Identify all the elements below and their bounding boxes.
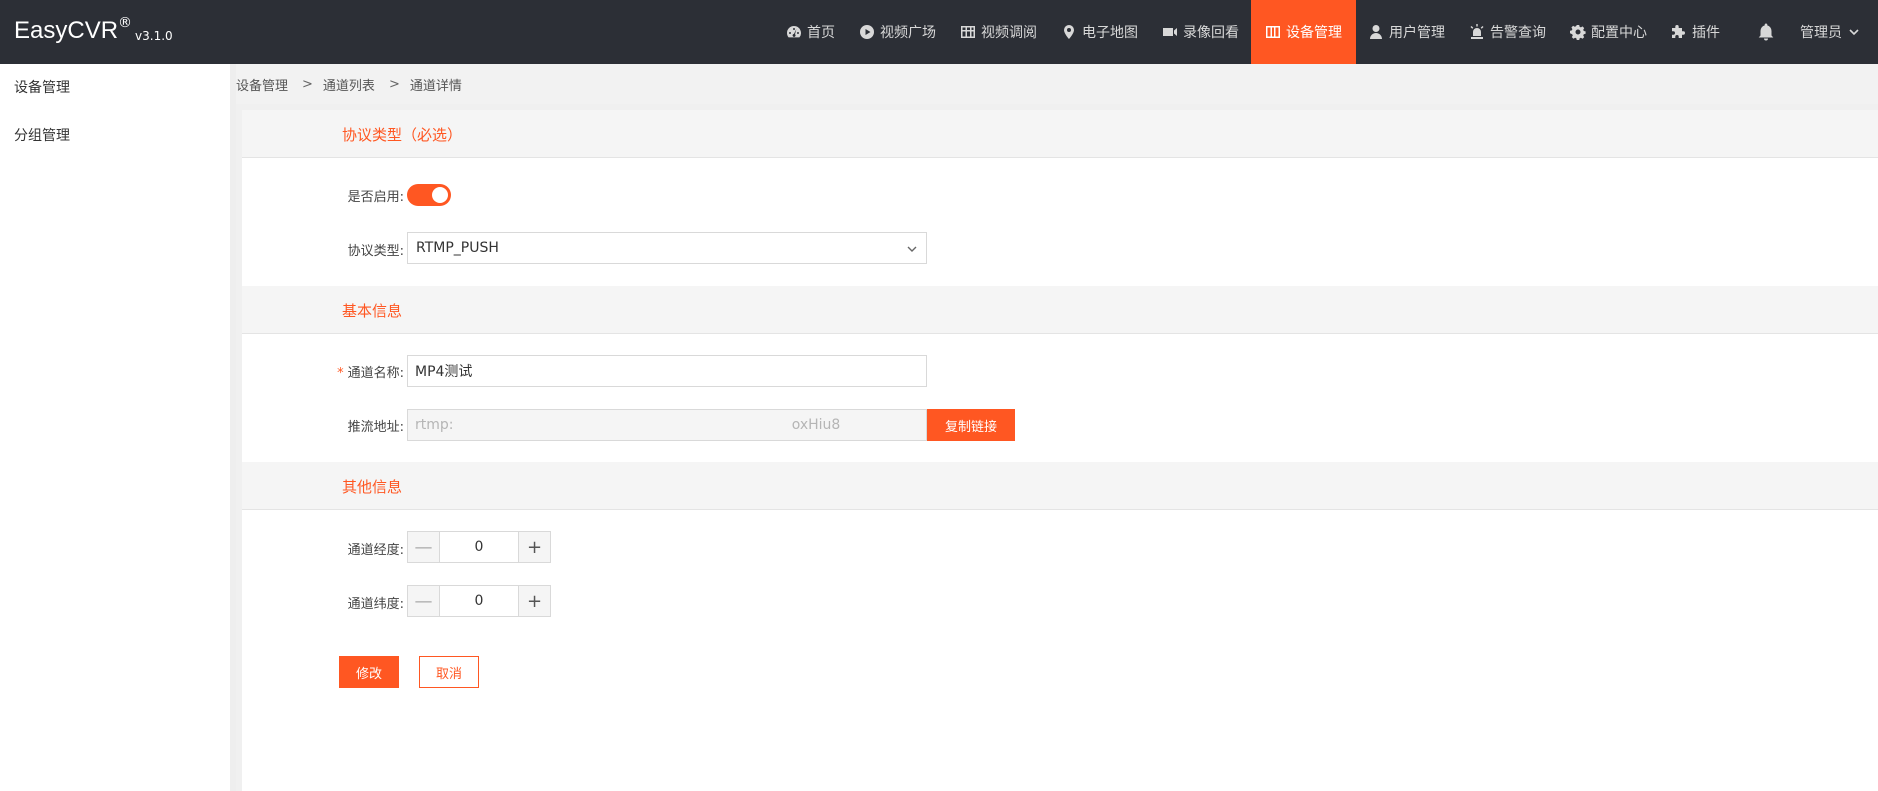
user-name: 管理员 — [1800, 25, 1842, 41]
latitude-value[interactable]: 0 — [440, 586, 518, 616]
longitude-decrement-button[interactable]: — — [408, 532, 440, 562]
latitude-decrement-button[interactable]: — — [408, 586, 440, 616]
enable-label: 是否启用: — [242, 186, 404, 205]
push-url-input[interactable] — [407, 409, 927, 441]
chevron-down-icon — [1849, 29, 1859, 36]
breadcrumb-channel-list[interactable]: 通道列表 — [323, 75, 375, 94]
longitude-stepper: — 0 + — [407, 531, 551, 563]
nav-item-label: 视频广场 — [880, 25, 936, 41]
video-camera-icon — [1163, 28, 1177, 36]
copy-link-button[interactable]: 复制链接 — [927, 409, 1015, 441]
nav-item-label: 插件 — [1692, 25, 1720, 41]
puzzle-icon — [1672, 25, 1685, 38]
nav-item-label: 用户管理 — [1389, 25, 1445, 41]
protocol-label: 协议类型: — [242, 240, 404, 259]
dashboard-icon — [787, 26, 801, 38]
push-url-label-text: 推流地址: — [347, 420, 404, 435]
longitude-label-text: 通道经度: — [347, 543, 404, 558]
cancel-button[interactable]: 取消 — [419, 656, 479, 688]
play-circle-icon — [860, 25, 874, 39]
breadcrumb-channel-detail: 通道详情 — [409, 78, 462, 94]
latitude-increment-button[interactable]: + — [518, 586, 550, 616]
nav-item-video-square[interactable]: 视频广场 — [847, 0, 948, 64]
nav-item-playback[interactable]: 录像回看 — [1150, 0, 1251, 64]
section-protocol-header: 协议类型（必选） — [242, 110, 1878, 158]
user-menu[interactable]: 管理员 — [1800, 0, 1866, 64]
notifications-button[interactable] — [1732, 0, 1800, 64]
latitude-label-text: 通道纬度: — [347, 597, 404, 612]
breadcrumb-separator: > — [388, 76, 400, 92]
toggle-knob — [432, 187, 448, 203]
grid-icon — [961, 26, 975, 38]
channel-name-label-text: 通道名称: — [347, 366, 404, 381]
user-icon — [1370, 25, 1382, 39]
top-navbar: EasyCVR ® v3.1.0 首页 视频广场 视频调阅 电子地图 录像回看 … — [0, 0, 1878, 64]
nav-item-map[interactable]: 电子地图 — [1049, 0, 1150, 64]
section-title: 基本信息 — [342, 302, 403, 320]
nav-item-config-center[interactable]: 配置中心 — [1558, 0, 1659, 64]
protocol-select[interactable]: RTMP_PUSH — [407, 232, 927, 264]
app-logo[interactable]: EasyCVR ® v3.1.0 — [14, 14, 173, 48]
sidebar-item-group-management[interactable]: 分组管理 — [0, 112, 230, 160]
protocol-selected-value: RTMP_PUSH — [416, 240, 499, 256]
nav-item-plugins[interactable]: 插件 — [1659, 0, 1732, 64]
bell-icon — [1758, 23, 1774, 41]
latitude-stepper: — 0 + — [407, 585, 551, 617]
nav-item-alarm-query[interactable]: 告警查询 — [1457, 0, 1558, 64]
longitude-label: 通道经度: — [242, 539, 404, 558]
nav-item-video-view[interactable]: 视频调阅 — [948, 0, 1049, 64]
device-icon — [1266, 26, 1280, 38]
sidebar-divider — [230, 64, 236, 791]
chevron-down-icon — [907, 246, 917, 252]
nav-item-label: 告警查询 — [1490, 25, 1546, 41]
channel-name-input[interactable] — [407, 355, 927, 387]
section-title: 其他信息 — [342, 478, 403, 496]
save-button[interactable]: 修改 — [339, 656, 399, 688]
section-basic-header: 基本信息 — [242, 286, 1878, 334]
longitude-increment-button[interactable]: + — [518, 532, 550, 562]
map-pin-icon — [1064, 25, 1074, 39]
breadcrumb: 设备管理 > 通道列表 > 通道详情 — [236, 64, 1878, 104]
nav-item-label: 电子地图 — [1082, 25, 1138, 41]
longitude-value[interactable]: 0 — [440, 532, 518, 562]
breadcrumb-device-management[interactable]: 设备管理 — [236, 75, 288, 94]
enable-toggle[interactable] — [407, 184, 451, 206]
section-title: 协议类型（必选） — [342, 126, 463, 144]
nav-item-label: 首页 — [807, 25, 835, 41]
nav-item-label: 视频调阅 — [981, 25, 1037, 41]
nav-item-device-management[interactable]: 设备管理 — [1251, 0, 1356, 64]
gear-icon — [1570, 25, 1586, 40]
channel-detail-form: 协议类型（必选） 是否启用: 协议类型: RTMP_PUSH 基本信息 * 通道名… — [242, 110, 1878, 791]
main-nav: 首页 视频广场 视频调阅 电子地图 录像回看 设备管理 用户管理 告警查询 配置… — [774, 0, 1866, 64]
section-other-header: 其他信息 — [242, 462, 1878, 510]
push-url-label: 推流地址: — [242, 416, 404, 435]
sidebar-item-device-management[interactable]: 设备管理 — [0, 64, 230, 112]
required-mark: * — [337, 366, 344, 381]
nav-item-label: 设备管理 — [1286, 25, 1342, 41]
nav-item-home[interactable]: 首页 — [774, 0, 847, 64]
enable-label-text: 是否启用: — [347, 190, 404, 205]
app-name: EasyCVR — [14, 17, 119, 44]
latitude-label: 通道纬度: — [242, 593, 404, 612]
breadcrumb-separator: > — [302, 76, 313, 92]
registered-mark: ® — [118, 15, 133, 31]
protocol-label-text: 协议类型: — [347, 244, 404, 259]
nav-item-label: 配置中心 — [1591, 25, 1647, 41]
sidebar: 设备管理 分组管理 — [0, 64, 230, 791]
alarm-icon — [1470, 24, 1484, 39]
nav-item-user-management[interactable]: 用户管理 — [1356, 0, 1457, 64]
app-version: v3.1.0 — [135, 29, 173, 43]
nav-item-label: 录像回看 — [1183, 25, 1239, 41]
channel-name-label: * 通道名称: — [242, 362, 404, 381]
